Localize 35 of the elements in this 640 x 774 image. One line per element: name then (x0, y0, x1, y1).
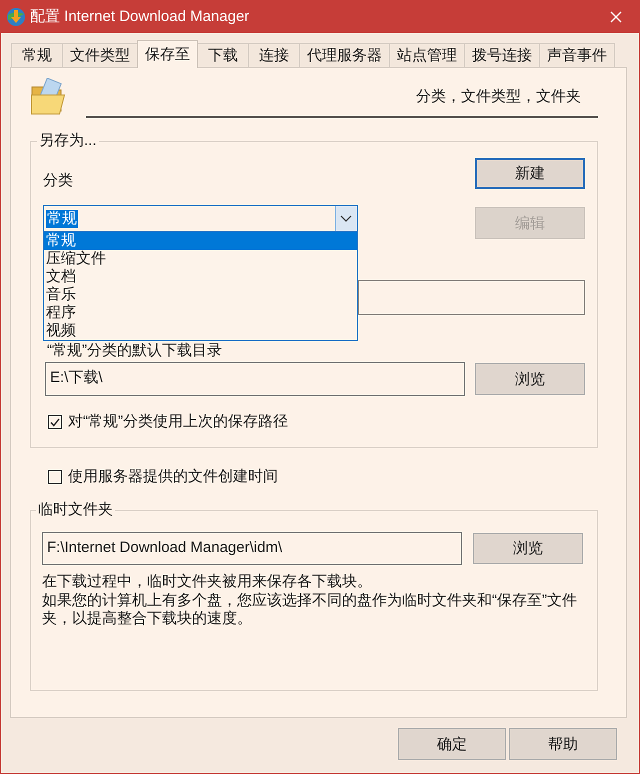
globe-icon (6, 6, 26, 26)
dropdown-option[interactable]: 常规 (44, 232, 357, 250)
dropdown-option[interactable]: 压缩文件 (44, 250, 357, 268)
dropdown-option[interactable]: 音乐 (44, 286, 357, 304)
tab[interactable]: 声音事件 (539, 43, 615, 67)
new-button[interactable]: 新建 (475, 158, 585, 189)
tab[interactable]: 保存至 (137, 40, 198, 68)
field-label: “常规”分类的默认下载目录 (46, 342, 223, 359)
input-field[interactable] (358, 280, 585, 315)
checkbox-label[interactable]: 对“常规”分类使用上次的保存路径 (68, 413, 288, 431)
checkbox[interactable] (48, 470, 62, 484)
folder-icon (30, 78, 68, 116)
category-dropdown[interactable]: 常规 (43, 205, 358, 232)
group-title: 另存为... (38, 132, 98, 150)
chevron-down-icon (335, 206, 357, 231)
group-title: 临时文件夹 (37, 501, 114, 519)
field-label: 分类 (43, 172, 73, 190)
checkmark-icon (50, 418, 60, 426)
browse-button[interactable]: 浏览 (473, 533, 583, 564)
checkbox[interactable] (48, 415, 62, 429)
note-text: 如果您的计算机上有多个盘，您应该选择不同的盘作为临时文件夹和“保存至”文件夹，以提高整合下载块的速度。 (42, 592, 578, 628)
dropdown-option[interactable]: 视频 (44, 322, 357, 340)
tab[interactable]: 常规 (11, 43, 63, 67)
ok-button[interactable]: 确定 (398, 728, 506, 760)
browse-button[interactable]: 浏览 (475, 363, 585, 395)
dropdown-option[interactable]: 程序 (44, 304, 357, 322)
close-icon (610, 10, 622, 22)
help-button[interactable]: 帮助 (509, 728, 617, 760)
dropdown-option[interactable]: 文档 (44, 268, 357, 286)
window-title: 配置 Internet Download Manager (30, 7, 250, 26)
note-text: 在下载过程中，临时文件夹被用来保存各下载块。 (42, 573, 373, 592)
path-field[interactable]: E:\下载\ (45, 362, 465, 396)
checkbox-label[interactable]: 使用服务器提供的文件创建时间 (68, 468, 278, 486)
path-field[interactable]: F:\Internet Download Manager\idm\ (42, 532, 462, 565)
section-header: 分类，文件类型，文件夹 (415, 88, 582, 106)
